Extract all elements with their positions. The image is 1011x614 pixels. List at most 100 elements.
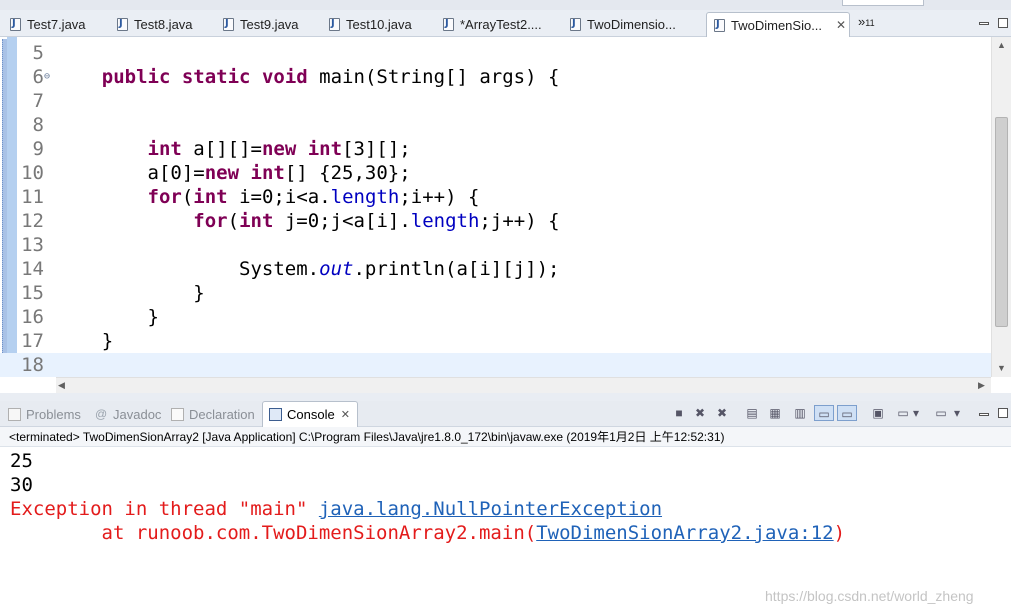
editor-tab-label: Test7.java [27,17,86,32]
code-line: 16 } [0,305,991,329]
editor-vertical-scrollbar[interactable]: ▲ ▼ [991,37,1011,377]
line-number: 11 [21,186,44,208]
code-line: 9 int a[][]=new int[3][]; [0,137,991,161]
chevron-down-icon[interactable]: ▾ [911,405,921,421]
line-number: 14 [21,258,44,280]
line-number: 16 [21,306,44,328]
java-file-icon [570,18,581,31]
code-text: a[0]=new int[] {25,30}; [147,162,411,184]
code-text: for(int j=0;j<a[i].length;j++) { [193,210,560,232]
maximize-icon[interactable] [998,408,1008,418]
overflow-count: 11 [865,18,875,28]
editor-tab[interactable]: Test10.java [329,12,412,37]
exception-link[interactable]: java.lang.NullPointerException [319,498,662,520]
editor-tab[interactable]: *ArrayTest2.... [443,12,542,37]
code-line: 8 [0,113,991,137]
editor-tab-label: TwoDimenSio... [731,17,823,33]
code-text: } [56,306,159,328]
stack-source-link[interactable]: TwoDimenSionArray2.java:12 [536,522,833,544]
code-text: System.out.println(a[i][j]); [239,258,560,280]
tab-declaration[interactable]: Declaration [171,401,255,427]
editor-tab[interactable]: Test7.java [10,12,86,37]
editor-tab[interactable]: TwoDimensio... [570,12,676,37]
tab-label: Problems [26,406,81,422]
tab-label: Javadoc [113,406,162,422]
console-icon [269,408,282,421]
console-output-line: 30 [10,474,33,496]
close-icon[interactable]: ✕ [836,18,846,32]
line-number: 10 [21,162,44,184]
scroll-thumb[interactable] [995,117,1008,327]
java-file-icon [714,18,725,32]
maximize-icon[interactable] [998,18,1008,28]
open-console-icon[interactable]: ▭ [933,405,949,421]
scroll-lock-icon[interactable]: ▦ [767,405,783,421]
line-number: 7 [32,90,44,112]
code-text: int a[][]=new int[3][]; [147,138,411,160]
tab-console[interactable]: Console ✕ [262,401,358,427]
minimize-icon[interactable] [979,22,989,25]
display-console-icon[interactable]: ▭ [895,405,911,421]
exception-text: Exception in thread "main" [10,498,319,520]
clear-console-icon[interactable]: ▤ [744,405,760,421]
quick-access-field[interactable] [842,0,924,6]
console-tab-bar: Problems @ Javadoc Declaration Console ✕ [0,401,1011,427]
java-file-icon [443,18,454,31]
tab-overflow-button[interactable]: »11 [858,14,875,29]
tab-javadoc[interactable]: @ Javadoc [95,401,161,427]
editor-tab-label: Test9.java [240,17,299,32]
console-stack-line: at runoob.com.TwoDimenSionArray2.main(Tw… [10,521,846,545]
declaration-icon [171,407,184,421]
console-status-line: <terminated> TwoDimenSionArray2 [Java Ap… [0,427,1011,447]
line-number: 13 [21,234,44,256]
java-file-icon [329,18,340,31]
editor-tab-label: *ArrayTest2.... [460,17,542,32]
editor-tab-active[interactable]: TwoDimenSio... ✕ [706,12,850,37]
java-file-icon [223,18,234,31]
show-stderr-icon[interactable]: ▭ [837,405,857,421]
line-number: 5 [32,42,44,64]
code-editor[interactable]: 5 6 ⊖ public static void main(String[] a… [0,37,1011,393]
console-exception-line: Exception in thread "main" java.lang.Nul… [10,497,662,521]
code-text: public static void main(String[] args) { [101,66,560,88]
editor-horizontal-scrollbar[interactable]: ◀ ▶ [56,377,991,393]
line-number: 6 [32,66,44,88]
scroll-left-icon[interactable]: ◀ [58,380,65,391]
scroll-down-icon[interactable]: ▼ [997,363,1006,373]
fold-collapse-icon[interactable]: ⊖ [44,65,50,89]
code-line: 6 ⊖ public static void main(String[] arg… [0,65,991,89]
close-icon[interactable]: ✕ [341,408,350,421]
console-output-line: 25 [10,450,33,472]
remove-all-terminated-icon[interactable]: ✖ [714,405,730,421]
stack-text-end: ) [833,522,846,544]
line-number: 12 [21,210,44,232]
tab-problems[interactable]: Problems [8,401,81,427]
chevron-down-icon[interactable]: ▾ [952,405,962,421]
line-number: 18 [21,354,44,376]
editor-tab[interactable]: Test8.java [117,12,193,37]
editor-tab-bar: Test7.java Test8.java Test9.java Test10.… [0,0,1011,37]
code-text: } [56,282,205,304]
toolbar-strip [0,0,1011,10]
watermark: https://blog.csdn.net/world_zheng [765,588,974,604]
remove-launch-icon[interactable]: ✖ [692,405,708,421]
word-wrap-icon[interactable]: ▥ [792,405,808,421]
code-line: 17 } [0,329,991,353]
minimize-icon[interactable] [979,413,989,416]
javadoc-icon: @ [95,406,108,421]
line-number: 17 [21,330,44,352]
code-line: 7 [0,89,991,113]
view-divider[interactable] [0,393,1011,401]
editor-tab[interactable]: Test9.java [223,12,299,37]
code-line: 14 System.out.println(a[i][j]); [0,257,991,281]
terminate-icon[interactable]: ■ [671,405,687,421]
pin-console-icon[interactable]: ▣ [870,405,886,421]
show-stdout-icon[interactable]: ▭ [814,405,834,421]
code-text: } [56,330,114,352]
line-number: 15 [21,282,44,304]
scroll-right-icon[interactable]: ▶ [978,380,985,391]
scroll-up-icon[interactable]: ▲ [997,40,1006,50]
java-file-icon [10,18,21,31]
tab-label: Console [287,407,335,422]
tab-label: Declaration [189,406,255,422]
